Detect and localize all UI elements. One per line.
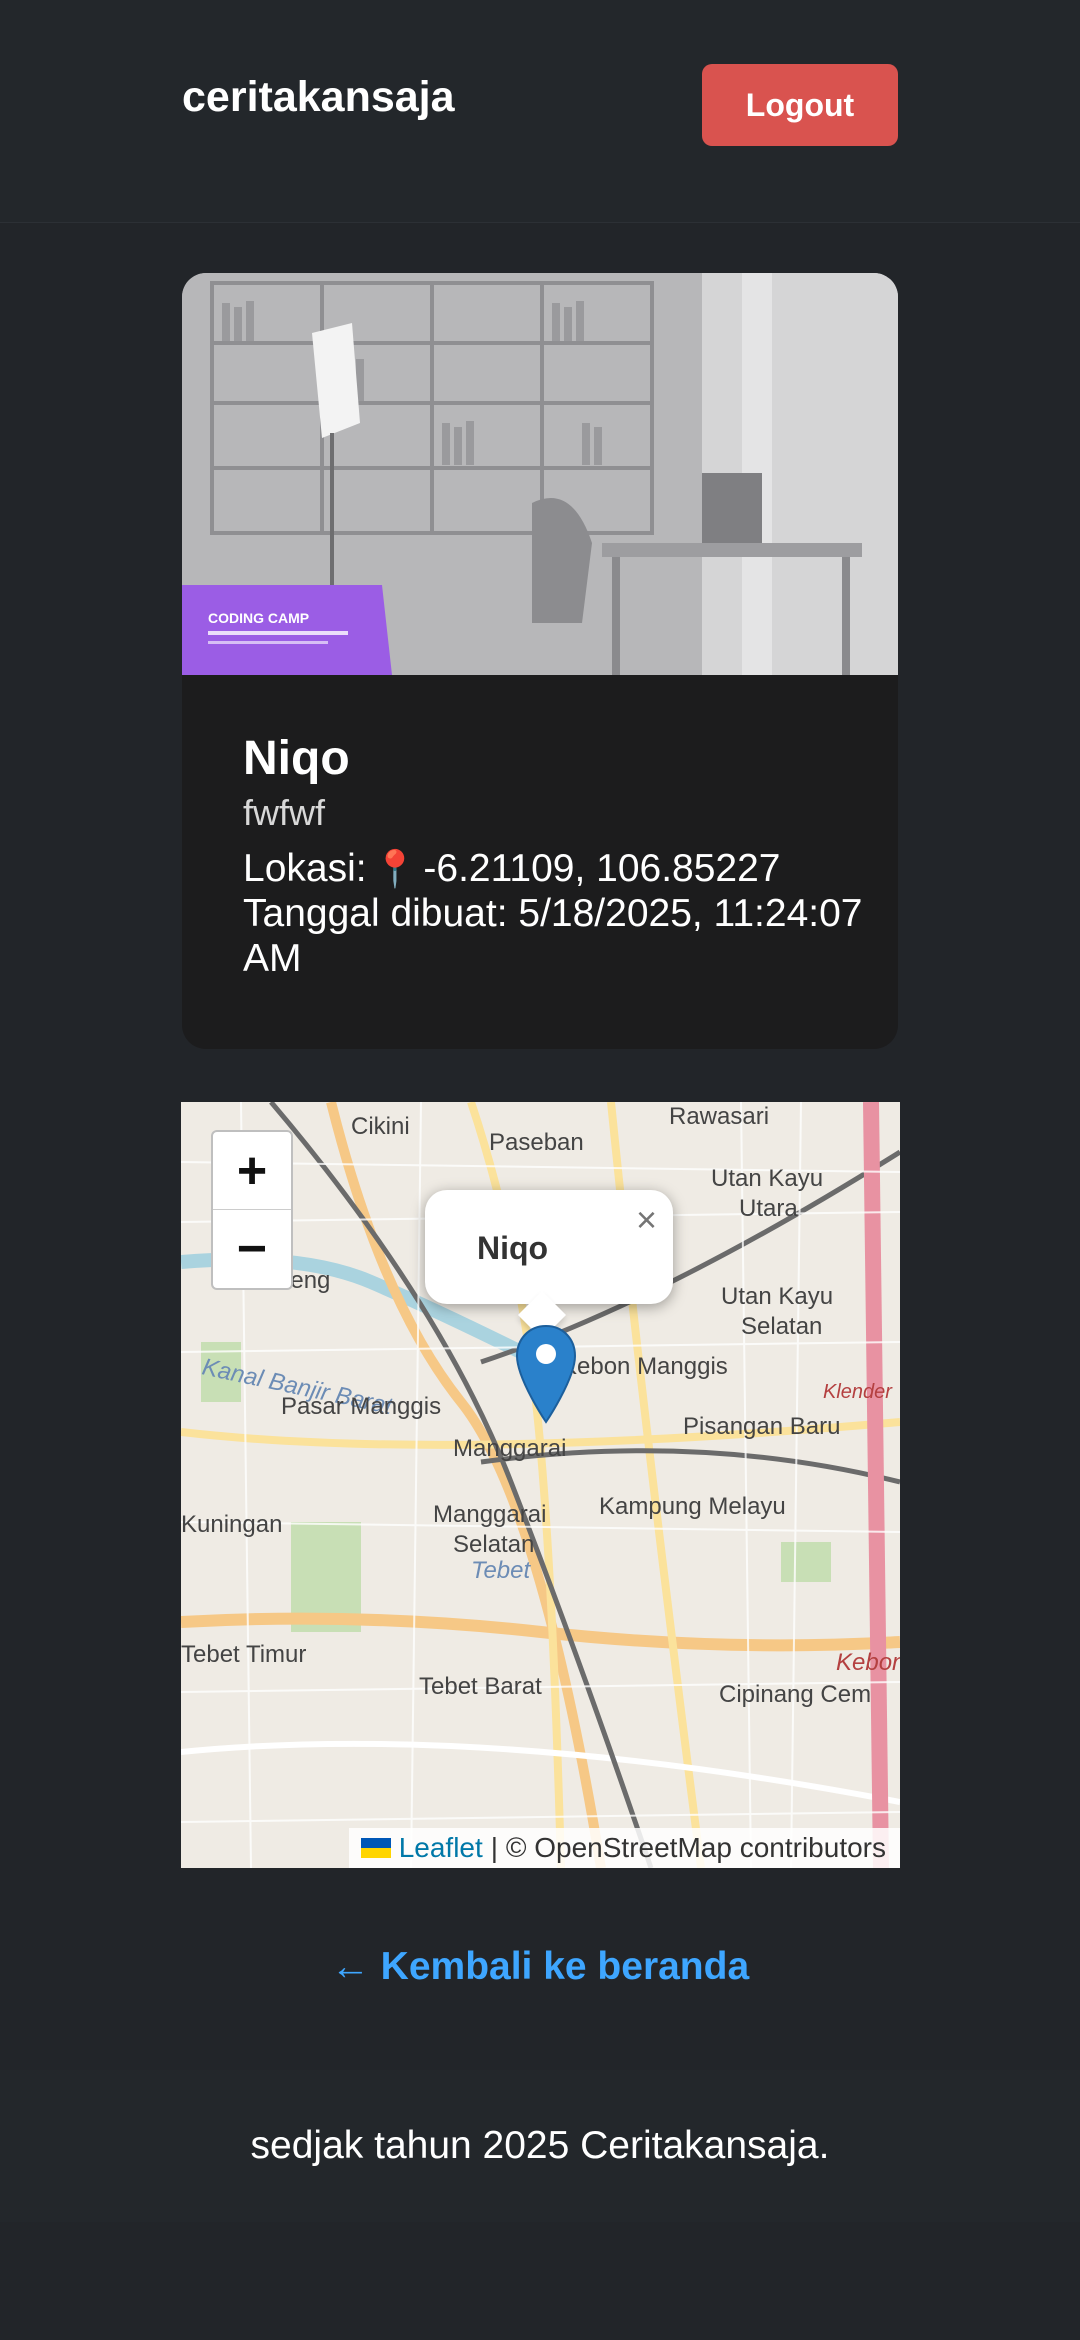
marker-popup: Niqo ×	[425, 1190, 673, 1340]
map-label-manggarai: Manggarai	[453, 1435, 566, 1462]
map-label-manggarai-selatan-1: Manggarai	[433, 1501, 546, 1528]
map-attribution: Leaflet | © OpenStreetMap contributors	[348, 1828, 900, 1868]
map-label-kebon: Kebon	[836, 1649, 900, 1676]
story-photo-illustration: CODING CAMP	[182, 273, 898, 675]
date-label: Tanggal dibuat:	[243, 892, 508, 936]
map-label-rawasari: Rawasari	[669, 1103, 769, 1130]
back-to-home-link[interactable]: ← Kembali ke beranda	[0, 1945, 1080, 1989]
zoom-in-button[interactable]: +	[213, 1132, 291, 1209]
map-label-manggarai-selatan-2: Selatan	[453, 1531, 534, 1558]
app-footer: sedjak tahun 2025 Ceritakansaja.	[0, 2070, 1080, 2222]
location-value: -6.21109, 106.85227	[423, 847, 781, 891]
map-label-utan-kayu-utara-2: Utara	[739, 1195, 798, 1222]
story-map[interactable]: Rawasari Cikini Paseban Utan Kayu Utara …	[181, 1102, 900, 1868]
map-label-cipinang: Cipinang Cem	[719, 1681, 871, 1708]
footer-copyright: sedjak tahun 2025 Ceritakansaja.	[250, 2124, 830, 2167]
map-label-paseban: Paseban	[489, 1129, 584, 1156]
zoom-control: + −	[211, 1130, 293, 1290]
app-header: ceritakansaja Logout	[0, 0, 1080, 223]
brand-logo-text[interactable]: ceritakansaja	[182, 76, 455, 119]
image-badge-text: CODING CAMP	[208, 610, 309, 626]
osm-attribution-text: | © OpenStreetMap contributors	[490, 1832, 886, 1863]
story-image: CODING CAMP	[182, 273, 898, 675]
story-location: Lokasi: 📍 -6.21109, 106.85227	[243, 847, 863, 892]
ukraine-flag-icon	[360, 1838, 391, 1858]
map-label-tebet-timur: Tebet Timur	[181, 1641, 306, 1668]
pushpin-icon: 📍	[372, 848, 418, 890]
leaflet-link[interactable]: Leaflet	[399, 1832, 483, 1864]
map-label-tebet: Tebet	[471, 1557, 532, 1584]
map-label-utan-kayu-utara-1: Utan Kayu	[711, 1165, 823, 1192]
story-details: Niqo fwfwf Lokasi: 📍 -6.21109, 106.85227 T…	[243, 732, 863, 982]
story-card: CODING CAMP Niqo fwfwf Lokasi: 📍 -6.21109,…	[182, 273, 898, 1049]
logout-button[interactable]: Logout	[702, 64, 898, 146]
story-description: fwfwf	[243, 791, 326, 833]
location-label: Lokasi:	[243, 847, 367, 891]
map-label-kampung-melayu: Kampung Melayu	[599, 1493, 786, 1520]
story-title: Niqo	[243, 732, 350, 785]
map-marker-icon[interactable]	[515, 1324, 577, 1424]
map-label-kebon-manggis: Kebon Manggis	[561, 1353, 728, 1380]
map-label-utan-kayu-selatan-2: Selatan	[741, 1313, 822, 1340]
map-label-klender: Klender	[823, 1381, 893, 1403]
map-label-pasar-manggis: Pasar Manggis	[281, 1393, 441, 1420]
map-label-pisangan-baru: Pisangan Baru	[683, 1413, 840, 1440]
zoom-out-button[interactable]: −	[213, 1209, 291, 1287]
map-label-kuningan: Kuningan	[181, 1511, 282, 1538]
map-label-utan-kayu-selatan-1: Utan Kayu	[721, 1283, 833, 1310]
story-date: Tanggal dibuat: 5/18/2025, 11:24:07 AM	[243, 892, 863, 982]
map-label-tebet-barat: Tebet Barat	[419, 1673, 542, 1700]
popup-title: Niqo	[477, 1230, 549, 1266]
map-label-cikini: Cikini	[351, 1113, 410, 1140]
close-icon[interactable]: ×	[636, 1202, 657, 1238]
